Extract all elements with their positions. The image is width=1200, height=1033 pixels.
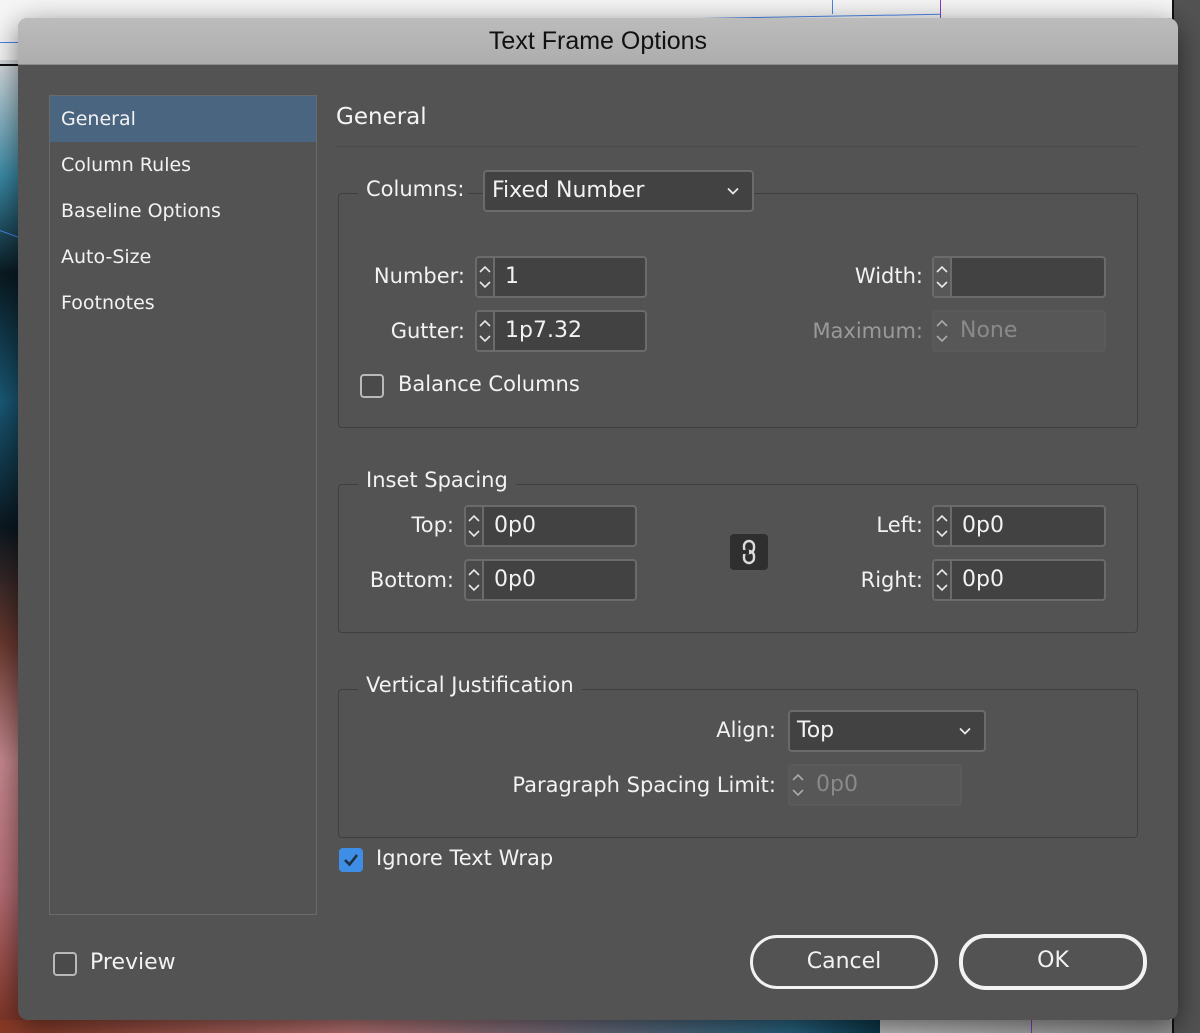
columns-type-dropdown[interactable]: Fixed Number bbox=[483, 170, 754, 212]
inset-right-field bbox=[932, 559, 1106, 601]
preview-label: Preview bbox=[90, 950, 176, 975]
dialog-titlebar[interactable]: Text Frame Options bbox=[18, 18, 1178, 65]
inset-top-stepper[interactable] bbox=[466, 507, 484, 545]
paragraph-spacing-limit-label: Paragraph Spacing Limit: bbox=[512, 773, 776, 797]
gutter-field bbox=[475, 310, 647, 352]
inset-left-input[interactable] bbox=[952, 507, 1104, 545]
chevron-down-icon bbox=[959, 727, 971, 735]
paragraph-spacing-limit-field bbox=[788, 764, 962, 806]
stepper-up-down-icon bbox=[479, 265, 491, 289]
panel-title: General bbox=[336, 104, 427, 130]
canvas-photo-bottom bbox=[0, 1020, 880, 1033]
inset-bottom-stepper[interactable] bbox=[466, 561, 484, 599]
gutter-label: Gutter: bbox=[390, 319, 465, 343]
align-value: Top bbox=[797, 718, 835, 743]
gutter-stepper[interactable] bbox=[477, 312, 495, 350]
category-item-footnotes[interactable]: Footnotes bbox=[50, 280, 316, 326]
category-item-auto-size[interactable]: Auto-Size bbox=[50, 234, 316, 280]
checkmark-icon bbox=[344, 854, 359, 867]
dialog-title: Text Frame Options bbox=[488, 26, 708, 55]
margin-guide bbox=[1031, 1020, 1032, 1033]
balance-columns-checkbox[interactable] bbox=[360, 374, 384, 398]
panel-divider bbox=[336, 146, 1138, 147]
ok-button[interactable]: OK bbox=[959, 934, 1147, 990]
guide-line bbox=[832, 0, 833, 14]
inset-right-label: Right: bbox=[860, 568, 923, 592]
inset-right-stepper[interactable] bbox=[934, 561, 952, 599]
text-frame-options-dialog: Text Frame Options General Column Rules … bbox=[18, 18, 1178, 1020]
inset-left-field bbox=[932, 505, 1106, 547]
inset-top-input[interactable] bbox=[484, 507, 635, 545]
number-label: Number: bbox=[373, 264, 465, 288]
category-item-column-rules[interactable]: Column Rules bbox=[50, 142, 316, 188]
stepper-up-down-icon bbox=[936, 265, 948, 289]
maximum-width-field bbox=[932, 310, 1106, 352]
stepper-up-down-icon bbox=[936, 514, 948, 538]
stepper-up-down-icon bbox=[468, 568, 480, 592]
chain-link-icon bbox=[742, 539, 756, 565]
make-all-settings-same-button[interactable] bbox=[730, 534, 768, 570]
inset-spacing-legend: Inset Spacing bbox=[358, 468, 516, 492]
inset-top-label: Top: bbox=[411, 513, 454, 537]
ignore-text-wrap-checkbox[interactable] bbox=[339, 848, 363, 872]
inset-left-stepper[interactable] bbox=[934, 507, 952, 545]
align-label: Align: bbox=[716, 718, 776, 742]
paragraph-spacing-limit-input bbox=[806, 766, 960, 804]
stepper-up-down-icon bbox=[936, 568, 948, 592]
inset-bottom-label: Bottom: bbox=[369, 568, 454, 592]
inset-bottom-field bbox=[464, 559, 637, 601]
category-item-general[interactable]: General bbox=[50, 96, 316, 142]
stepper-up-down-icon bbox=[936, 319, 948, 343]
stepper-up-down-icon bbox=[468, 514, 480, 538]
stepper-up-down-icon bbox=[792, 773, 804, 797]
width-label: Width: bbox=[854, 264, 923, 288]
gutter-input[interactable] bbox=[495, 312, 645, 350]
width-stepper[interactable] bbox=[934, 258, 950, 296]
paragraph-spacing-stepper bbox=[790, 766, 806, 804]
maximum-label: Maximum: bbox=[812, 319, 923, 343]
maximum-stepper bbox=[934, 312, 950, 350]
inset-left-label: Left: bbox=[876, 513, 923, 537]
stepper-up-down-icon bbox=[479, 319, 491, 343]
inset-right-input[interactable] bbox=[952, 561, 1104, 599]
number-of-columns-field bbox=[475, 256, 647, 298]
margin-guide bbox=[940, 0, 941, 18]
chevron-down-icon bbox=[727, 187, 739, 195]
cancel-button[interactable]: Cancel bbox=[750, 935, 938, 989]
balance-columns-label: Balance Columns bbox=[398, 372, 580, 396]
vertical-justification-group bbox=[338, 689, 1138, 838]
column-width-field bbox=[932, 256, 1106, 298]
align-dropdown[interactable]: Top bbox=[788, 710, 986, 752]
category-item-baseline-options[interactable]: Baseline Options bbox=[50, 188, 316, 234]
ignore-text-wrap-label: Ignore Text Wrap bbox=[376, 846, 554, 870]
canvas-page-bottom-right bbox=[880, 1020, 1172, 1033]
inset-top-field bbox=[464, 505, 637, 547]
number-input[interactable] bbox=[495, 258, 645, 296]
width-input[interactable] bbox=[950, 258, 1104, 296]
columns-label: Columns: bbox=[358, 177, 469, 201]
inset-bottom-input[interactable] bbox=[484, 561, 635, 599]
preview-checkbox[interactable] bbox=[53, 952, 77, 976]
columns-type-value: Fixed Number bbox=[492, 178, 645, 203]
maximum-input bbox=[950, 312, 1104, 350]
category-list: General Column Rules Baseline Options Au… bbox=[49, 95, 317, 915]
number-stepper[interactable] bbox=[477, 258, 495, 296]
vertical-justification-legend: Vertical Justification bbox=[358, 673, 582, 697]
